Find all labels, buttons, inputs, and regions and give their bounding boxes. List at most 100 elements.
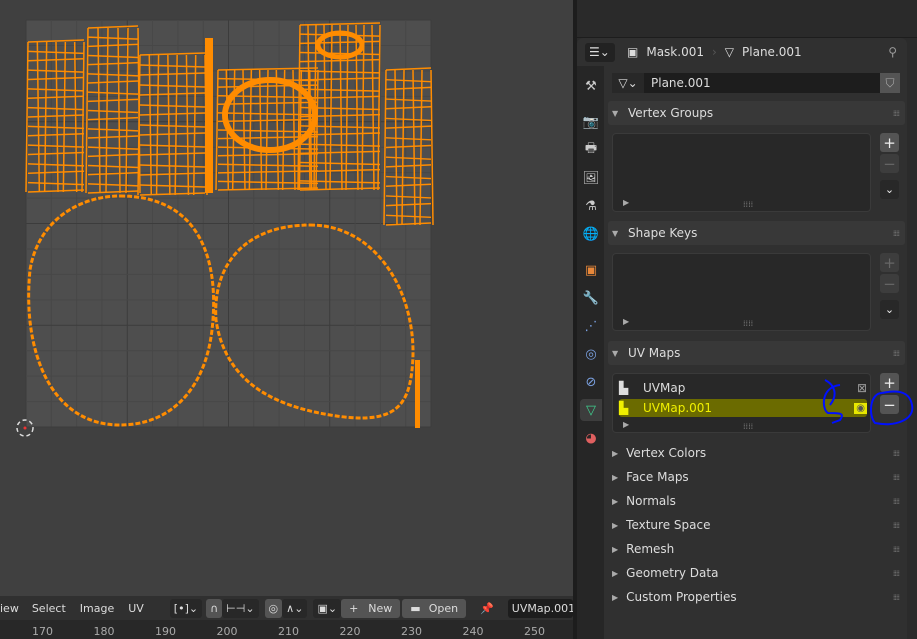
tab-scene[interactable]: ⚗: [580, 195, 602, 217]
object-data-icon: ▽: [586, 402, 596, 418]
uv-map-name[interactable]: UVMap.001: [643, 401, 712, 415]
mesh-datablock-selector[interactable]: ▽⌄ Plane.001 ⛉: [612, 73, 900, 93]
snap-toggle[interactable]: ∩: [206, 598, 223, 618]
uv-island-strip: [205, 38, 213, 193]
constraints-icon: ⊘: [585, 374, 597, 390]
panel-title: Geometry Data: [626, 566, 719, 580]
vertex-group-specials-button[interactable]: ⌄: [880, 180, 899, 199]
object-icon: ▣: [584, 262, 598, 278]
tab-output[interactable]: 🖶: [580, 139, 602, 161]
vertex-groups-list[interactable]: ▶ ⁞⁞⁞⁞: [612, 133, 871, 212]
menu-select[interactable]: Select: [32, 602, 66, 615]
pin-icon[interactable]: 📌: [480, 602, 494, 615]
timeline-ruler[interactable]: 170 180 190 200 210 220 230 240 250: [0, 620, 573, 639]
drag-grip-icon[interactable]: ⁞⁞⁞⁞: [893, 109, 900, 118]
tab-view-layer[interactable]: 🖼: [580, 167, 602, 189]
uv-map-name[interactable]: UVMap: [643, 381, 685, 395]
object-icon: ▣: [627, 45, 639, 59]
collapsed-triangle-icon: ▶: [612, 544, 619, 554]
drag-grip-icon[interactable]: ⁞⁞⁞⁞: [893, 521, 900, 530]
ruler-tick: 210: [278, 625, 299, 638]
fake-user-shield-icon[interactable]: ⛉: [880, 73, 900, 93]
tab-physics[interactable]: ◎: [580, 343, 602, 365]
panel-title: Remesh: [626, 542, 675, 556]
drag-grip-icon[interactable]: ⁞⁞⁞⁞: [893, 545, 900, 554]
tab-modifiers[interactable]: 🔧: [580, 287, 602, 309]
collapsed-triangle-icon: ▶: [612, 472, 619, 482]
view-layer-icon: 🖼: [582, 170, 600, 186]
ruler-tick: 230: [401, 625, 422, 638]
menu-image[interactable]: Image: [80, 602, 114, 615]
menu-view[interactable]: iew: [0, 602, 19, 615]
mesh-name-field[interactable]: Plane.001: [644, 73, 711, 93]
image-icon: ▣: [317, 601, 328, 615]
menu-uv[interactable]: UV: [128, 602, 144, 615]
add-vertex-group-button[interactable]: +: [880, 133, 899, 152]
remove-shape-key-button[interactable]: −: [880, 274, 899, 293]
tab-object[interactable]: ▣: [580, 259, 602, 281]
tab-tool[interactable]: ⚒: [580, 75, 602, 97]
ruler-tick: 180: [93, 625, 115, 638]
drag-grip-icon[interactable]: ⁞⁞⁞⁞: [893, 349, 900, 358]
panel-custom-properties[interactable]: ▶ Custom Properties ⁞⁞⁞⁞: [612, 586, 905, 608]
tab-constraints[interactable]: ⊘: [580, 371, 602, 393]
collapsed-triangle-icon: ▶: [612, 448, 619, 458]
material-icon: ◕: [585, 430, 597, 446]
plus-icon: +: [349, 601, 359, 615]
pin-icon[interactable]: ⚲: [888, 45, 897, 59]
panel-normals[interactable]: ▶ Normals ⁞⁞⁞⁞: [612, 490, 905, 512]
shape-key-specials-button[interactable]: ⌄: [880, 300, 899, 319]
uv-editor-viewport[interactable]: [0, 0, 573, 596]
panel-title: Texture Space: [626, 518, 711, 532]
list-resize-grip-icon[interactable]: ⁞⁞⁞⁞: [743, 422, 753, 431]
drag-grip-icon[interactable]: ⁞⁞⁞⁞: [893, 473, 900, 482]
render-icon: 📷: [582, 114, 600, 130]
panel-remesh[interactable]: ▶ Remesh ⁞⁞⁞⁞: [612, 538, 905, 560]
add-shape-key-button[interactable]: +: [880, 253, 899, 272]
panel-vertex-colors[interactable]: ▶ Vertex Colors ⁞⁞⁞⁞: [612, 442, 905, 464]
image-browse-dropdown[interactable]: ▣ ⌄: [313, 598, 342, 618]
panel-title: UV Maps: [628, 346, 681, 360]
new-image-button[interactable]: + New: [341, 598, 401, 618]
panel-face-maps[interactable]: ▶ Face Maps ⁞⁞⁞⁞: [612, 466, 905, 488]
list-resize-grip-icon[interactable]: ⁞⁞⁞⁞: [743, 319, 753, 328]
drag-grip-icon[interactable]: ⁞⁞⁞⁞: [893, 569, 900, 578]
world-icon: 🌐: [582, 226, 600, 242]
panel-geometry-data[interactable]: ▶ Geometry Data ⁞⁞⁞⁞: [612, 562, 905, 584]
uv-mesh-canvas[interactable]: [0, 0, 573, 596]
pivot-dropdown[interactable]: [•] ⌄: [169, 598, 203, 618]
open-image-button[interactable]: ▬ Open: [402, 598, 467, 618]
mesh-browse-icon[interactable]: ▽⌄: [612, 73, 644, 93]
tab-particles[interactable]: ⋰: [580, 315, 602, 337]
uv-map-selector[interactable]: UVMap.001: [507, 598, 573, 618]
proportional-edit-toggle[interactable]: ◎: [264, 598, 283, 618]
list-resize-grip-icon[interactable]: ⁞⁞⁞⁞: [743, 200, 753, 209]
drag-grip-icon[interactable]: ⁞⁞⁞⁞: [893, 449, 900, 458]
panel-vertex-groups[interactable]: ▼ Vertex Groups ⁞⁞⁞⁞: [608, 101, 905, 125]
pivot-icon: [•]: [173, 601, 189, 615]
snap-dropdown[interactable]: ⊢⊣ ⌄: [222, 598, 259, 618]
falloff-dropdown[interactable]: ∧ ⌄: [282, 598, 308, 618]
tab-render[interactable]: 📷: [580, 111, 602, 133]
breadcrumb-separator: ›: [711, 45, 717, 59]
particles-icon: ⋰: [584, 318, 598, 334]
list-expand-icon[interactable]: ▶: [623, 420, 629, 429]
panel-texture-space[interactable]: ▶ Texture Space ⁞⁞⁞⁞: [612, 514, 905, 536]
tab-world[interactable]: 🌐: [580, 223, 602, 245]
tab-material[interactable]: ◕: [580, 427, 602, 449]
remove-vertex-group-button[interactable]: −: [880, 154, 899, 173]
shape-keys-list[interactable]: ▶ ⁞⁞⁞⁞: [612, 253, 871, 331]
blue-annotation-marks: [822, 379, 914, 425]
ruler-tick: 250: [524, 625, 545, 638]
drag-grip-icon[interactable]: ⁞⁞⁞⁞: [893, 229, 900, 238]
panel-uv-maps[interactable]: ▼ UV Maps ⁞⁞⁞⁞: [608, 341, 905, 365]
editor-type-dropdown[interactable]: ☰ ⌄: [585, 42, 615, 62]
ruler-tick: 190: [155, 625, 176, 638]
tab-object-data[interactable]: ▽: [580, 399, 602, 421]
list-expand-icon[interactable]: ▶: [623, 198, 629, 207]
panel-shape-keys[interactable]: ▼ Shape Keys ⁞⁞⁞⁞: [608, 221, 905, 245]
new-label: New: [368, 601, 393, 615]
list-expand-icon[interactable]: ▶: [623, 317, 629, 326]
drag-grip-icon[interactable]: ⁞⁞⁞⁞: [893, 593, 900, 602]
drag-grip-icon[interactable]: ⁞⁞⁞⁞: [893, 497, 900, 506]
